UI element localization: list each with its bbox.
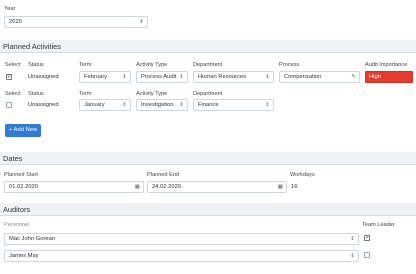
dates-title: Dates — [3, 154, 23, 163]
header-department: Department — [193, 62, 223, 68]
auditors-header: Auditors — [0, 203, 416, 216]
header-term-row-2: Term — [79, 91, 92, 97]
auditor-2-select[interactable]: James May ⇕ — [4, 250, 359, 262]
workdays-value: 16 — [291, 184, 298, 190]
header-audit-importance: Audit Importance — [365, 62, 408, 68]
auditor-1-select[interactable]: Mac John Gorean ⇕ — [4, 233, 359, 245]
year-select[interactable]: 2020 ⇕ — [4, 16, 148, 28]
header-department-row-2: Department — [193, 91, 223, 97]
row-1-activity-type-value: Process Audit — [141, 74, 177, 80]
row-1-activity-type-select[interactable]: Process Audit ⇕ — [136, 71, 188, 83]
row-1-status: Unassigned — [28, 74, 59, 80]
row-2-select-checkbox[interactable] — [6, 102, 12, 108]
row-2-department-select[interactable]: Finance ⇕ — [193, 99, 274, 111]
planned-end-input[interactable]: 24.02.2020 ▦ — [147, 181, 287, 193]
row-1-department-select[interactable]: Human Resources ⇕ — [193, 71, 274, 83]
calendar-icon[interactable]: ▦ — [278, 182, 283, 192]
pencil-icon[interactable]: ✎ — [351, 72, 356, 82]
team-leader-label: Team Leader — [362, 222, 395, 228]
planned-start-value: 01.02.2020 — [9, 184, 39, 190]
planned-end-label: Planned End — [147, 172, 180, 178]
row-1-term-select[interactable]: February ⇕ — [79, 71, 131, 83]
calendar-icon[interactable]: ▦ — [135, 182, 140, 192]
row-2-status: Unassigned — [28, 102, 59, 108]
row-1-process-value: Compensation — [284, 74, 322, 80]
header-activity-type: Activity Type — [136, 62, 168, 68]
auditor-1-name: Mac John Gorean — [9, 236, 56, 242]
row-2-term-select[interactable]: January ⇕ — [79, 99, 131, 111]
header-process: Process — [279, 62, 300, 68]
row-1-select-checkbox[interactable]: ✓ — [6, 74, 12, 80]
up-down-caret-icon: ⇕ — [122, 102, 127, 108]
row-1-process-input[interactable]: Compensation ✎ — [279, 71, 360, 83]
row-2-department-value: Finance — [198, 102, 219, 108]
up-down-caret-icon: ⇕ — [179, 74, 184, 80]
up-down-caret-icon: ⇕ — [350, 236, 355, 242]
up-down-caret-icon: ⇕ — [139, 19, 144, 25]
row-2-term-value: January — [84, 102, 105, 108]
up-down-caret-icon: ⇕ — [350, 253, 355, 259]
planned-start-label: Planned Start — [4, 172, 38, 178]
header-select-row-2: Select — [5, 91, 21, 97]
header-select: Select — [5, 62, 21, 68]
auditor-2-name: James May — [9, 253, 39, 259]
row-2-activity-type-value: Investigation — [141, 102, 174, 108]
up-down-caret-icon: ⇕ — [179, 102, 184, 108]
header-status: Status — [28, 62, 44, 68]
planned-activities-title: Planned Activities — [3, 42, 61, 51]
dates-header: Dates — [0, 152, 416, 165]
year-label: Year — [4, 6, 16, 12]
row-2-activity-type-select[interactable]: Investigation ⇕ — [136, 99, 188, 111]
row-1-department-value: Human Resources — [198, 74, 247, 80]
auditor-2-team-leader-checkbox[interactable] — [364, 252, 370, 258]
planned-activities-header: Planned Activities — [0, 40, 416, 53]
add-new-button[interactable]: + Add New — [5, 124, 42, 137]
auditors-title: Auditors — [3, 205, 31, 214]
planned-end-value: 24.02.2020 — [152, 184, 182, 190]
up-down-caret-icon: ⇕ — [265, 102, 270, 108]
row-1-term-value: February — [84, 74, 108, 80]
planned-start-input[interactable]: 01.02.2020 ▦ — [4, 181, 144, 193]
header-status-row-2: Status — [28, 91, 44, 97]
row-1-audit-importance-select[interactable]: High — [365, 71, 413, 83]
auditor-1-team-leader-checkbox[interactable]: ✓ — [364, 235, 370, 241]
personnel-label: Personnel — [4, 222, 30, 228]
year-select-value: 2020 — [9, 19, 22, 25]
header-activity-type-row-2: Activity Type — [136, 91, 168, 97]
up-down-caret-icon: ⇕ — [122, 74, 127, 80]
workdays-label: Workdays — [290, 172, 315, 178]
row-1-audit-importance-value: High — [369, 74, 381, 80]
up-down-caret-icon: ⇕ — [265, 74, 270, 80]
header-term: Term — [79, 62, 92, 68]
